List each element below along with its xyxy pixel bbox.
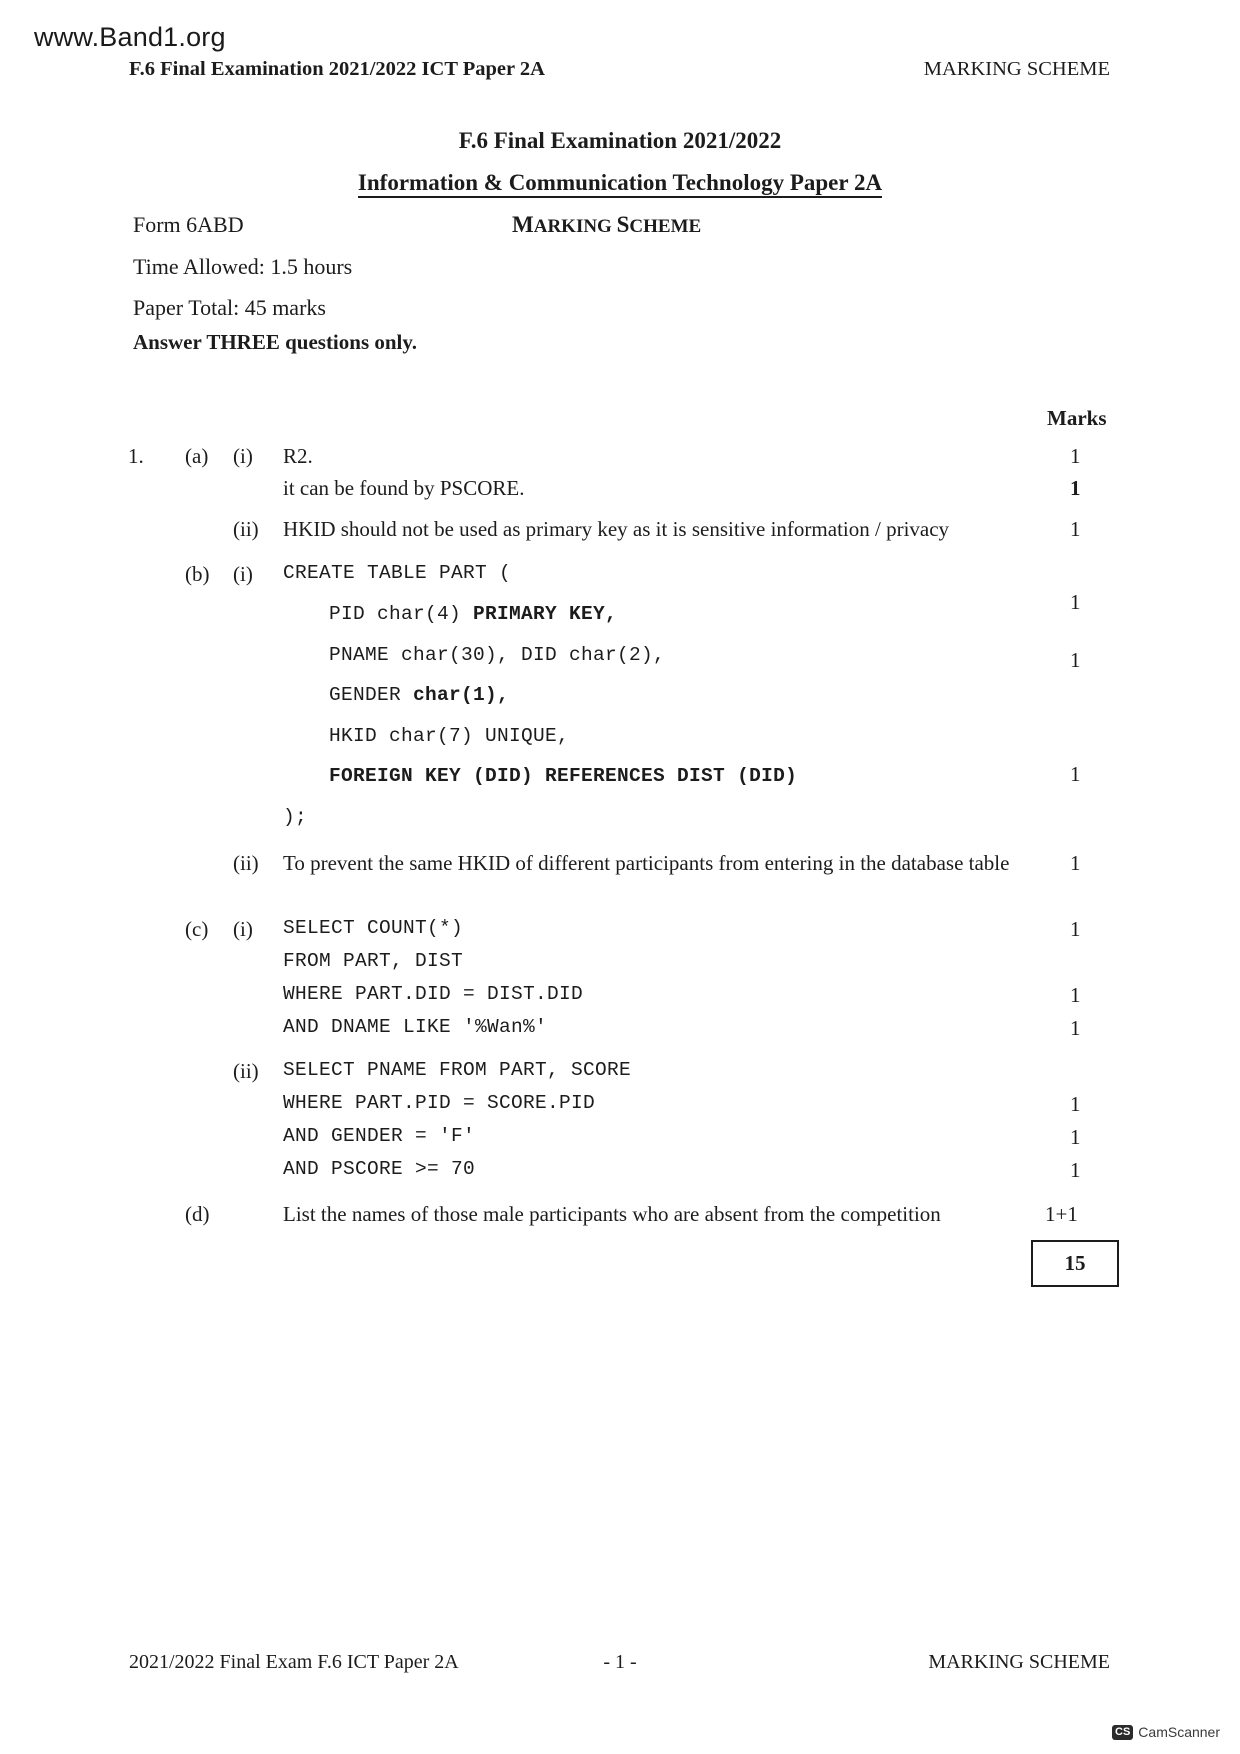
answer-instruction: Answer THREE questions only. — [133, 330, 417, 354]
paper-title-underline: Information & Communication Technology P… — [357, 170, 883, 198]
question-number: 1. — [128, 444, 144, 468]
mark-a-ii: 1 — [1070, 517, 1081, 541]
subpart-label-a-i: (i) — [233, 444, 253, 468]
sql-c-ii-line3: AND GENDER = 'F' — [283, 1125, 476, 1147]
form-label: Form 6ABD — [133, 212, 244, 237]
footer-right: MARKING SCHEME — [928, 1651, 1110, 1673]
mark-c-ii-1: 1 — [1070, 1092, 1081, 1116]
camscanner-watermark: CS CamScanner — [1112, 1724, 1220, 1740]
document-page: www.Band1.org F.6 Final Examination 2021… — [0, 0, 1240, 1754]
answer-a-ii: HKID should not be used as primary key a… — [283, 517, 950, 541]
mark-c-i-3: 1 — [1070, 1016, 1081, 1040]
header-left: F.6 Final Examination 2021/2022 ICT Pape… — [129, 58, 545, 80]
sql-b-i-line5: HKID char(7) UNIQUE, — [329, 725, 570, 747]
sql-c-i-line1: SELECT COUNT(*) — [283, 917, 464, 939]
part-label-c: (c) — [185, 917, 209, 941]
mark-a-i-1: 1 — [1070, 444, 1081, 468]
mark-b-ii: 1 — [1070, 851, 1081, 875]
mark-b-i-3: 1 — [1070, 762, 1081, 786]
sql-b-i-line7: ); — [283, 806, 308, 828]
part-label-b: (b) — [185, 562, 210, 586]
paper-total: Paper Total: 45 marks — [133, 295, 326, 320]
answer-d: List the names of those male participant… — [283, 1202, 941, 1226]
mark-a-i-2: 1 — [1070, 476, 1081, 500]
part-label-d: (d) — [185, 1202, 210, 1226]
sql-b-i-line6: FOREIGN KEY (DID) REFERENCES DIST (DID) — [329, 765, 798, 787]
mark-d: 1+1 — [1045, 1202, 1078, 1226]
sql-b-i-line1: CREATE TABLE PART ( — [283, 562, 512, 584]
sql-c-i-line4: AND DNAME LIKE '%Wan%' — [283, 1016, 548, 1038]
sql-c-i-line2: FROM PART, DIST — [283, 950, 464, 972]
mark-c-i-1: 1 — [1070, 917, 1081, 941]
part-label-a: (a) — [185, 444, 209, 468]
sql-b-i-line2: PID char(4) PRIMARY KEY, — [329, 603, 618, 625]
sql-c-ii-line1: SELECT PNAME FROM PART, SCORE — [283, 1059, 632, 1081]
site-watermark: www.Band1.org — [34, 22, 226, 52]
subpart-label-c-i: (i) — [233, 917, 253, 941]
header-right: MARKING SCHEME — [923, 58, 1110, 80]
camscanner-label: CamScanner — [1138, 1724, 1220, 1740]
sql-c-i-line3: WHERE PART.DID = DIST.DID — [283, 983, 584, 1005]
subpart-label-c-ii: (ii) — [233, 1059, 259, 1083]
subpart-label-b-ii: (ii) — [233, 851, 259, 875]
sql-b-i-line3: PNAME char(30), DID char(2), — [329, 644, 666, 666]
subpart-label-b-i: (i) — [233, 562, 253, 586]
mark-c-ii-2: 1 — [1070, 1125, 1081, 1149]
exam-title: F.6 Final Examination 2021/2022 — [458, 128, 782, 153]
sql-c-ii-line4: AND PSCORE >= 70 — [283, 1158, 476, 1180]
sql-b-i-line4: GENDER char(1), — [329, 684, 510, 706]
marks-column-header: Marks — [1047, 406, 1107, 430]
total-marks-box: 15 — [1031, 1240, 1119, 1287]
time-allowed: Time Allowed: 1.5 hours — [133, 254, 353, 279]
answer-a-i-line1: R2. — [283, 444, 313, 468]
mark-b-i-1: 1 — [1070, 590, 1081, 614]
sql-c-ii-line2: WHERE PART.PID = SCORE.PID — [283, 1092, 596, 1114]
mark-c-ii-3: 1 — [1070, 1158, 1081, 1182]
paper-title: Information & Communication Technology P… — [0, 170, 1240, 198]
mark-b-i-2: 1 — [1070, 648, 1081, 672]
camscanner-badge-icon: CS — [1112, 1724, 1134, 1740]
mark-c-i-2: 1 — [1070, 983, 1081, 1007]
subpart-label-a-ii: (ii) — [233, 517, 259, 541]
marking-scheme-label: MARKING SCHEME — [512, 212, 702, 237]
answer-a-i-line2: it can be found by PSCORE. — [283, 476, 525, 500]
answer-b-ii: To prevent the same HKID of different pa… — [283, 851, 1010, 875]
